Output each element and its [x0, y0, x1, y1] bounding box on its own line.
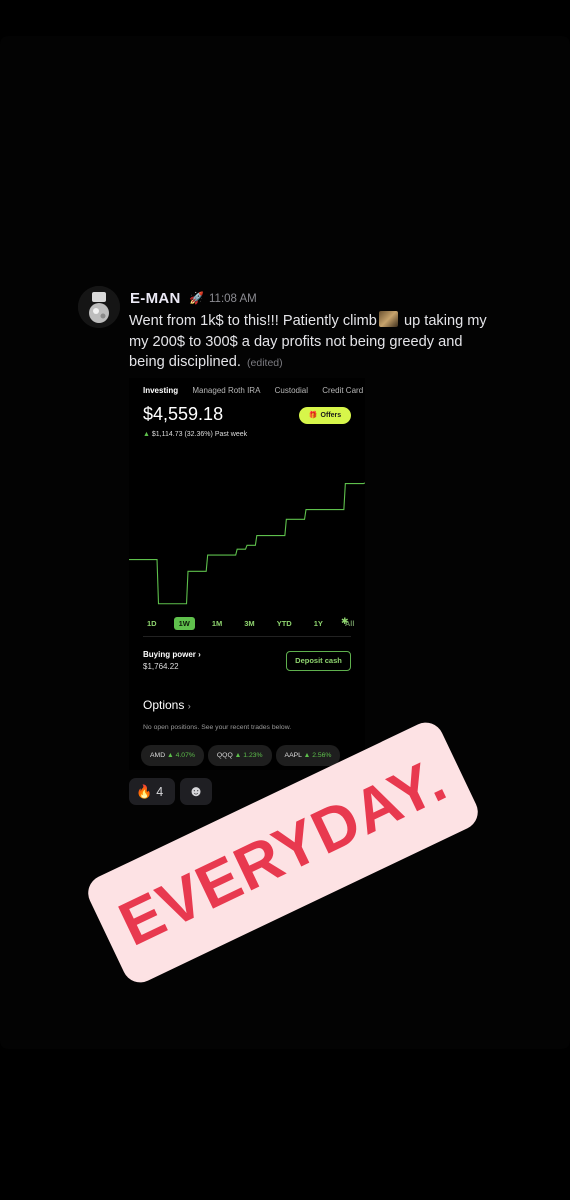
- portfolio-line-chart: [129, 482, 365, 605]
- message-text-part1: Went from 1k$ to this!!! Patiently climb: [129, 313, 377, 329]
- range-selector: 1D 1W 1M 3M YTD 1Y All: [147, 617, 354, 630]
- offers-button: 🎁 Offers: [299, 407, 351, 424]
- offers-label: Offers: [320, 412, 342, 419]
- tab-investing: Investing: [143, 386, 179, 395]
- change-period: Past week: [214, 431, 248, 438]
- rocket-badge-icon: 🚀: [189, 291, 204, 305]
- range-ytd: YTD: [276, 619, 292, 628]
- range-1y: 1Y: [313, 619, 323, 628]
- buying-power-label: Buying power ›: [143, 650, 201, 659]
- range-1m: 1M: [211, 619, 223, 628]
- avatar[interactable]: [78, 286, 120, 328]
- gift-icon: 🎁: [308, 412, 318, 419]
- fire-icon: 🔥: [136, 784, 153, 799]
- account-tabs: Investing Managed Roth IRA Custodial Cre…: [143, 386, 365, 395]
- smiley-icon: ☻: [188, 783, 204, 800]
- climbing-emoji-icon: [378, 311, 398, 327]
- tab-credit-card: Credit Card: [322, 386, 364, 395]
- options-note: No open positions. See your recent trade…: [143, 724, 292, 731]
- buying-power-value: $1,764.22: [143, 662, 179, 671]
- portfolio-balance: $4,559.18: [143, 404, 224, 424]
- settings-gear-icon: ✱: [341, 616, 349, 626]
- edited-label: (edited): [247, 357, 283, 369]
- tab-custodial: Custodial: [274, 386, 308, 395]
- range-3m: 3M: [244, 619, 255, 628]
- username[interactable]: E-MAN: [130, 290, 181, 307]
- range-1w: 1W: [173, 617, 195, 630]
- timestamp: 11:08 AM: [209, 293, 257, 305]
- divider: [143, 636, 351, 637]
- fire-reaction[interactable]: 🔥 4: [129, 778, 175, 805]
- weekly-change: ▲ $1,114.73 (32.36%) Past week: [143, 431, 247, 438]
- range-1d: 1D: [147, 619, 157, 628]
- ticker-chips: AMD ▲ 4.07% QQQ ▲ 1.23% AAPL ▲ 2.56%: [141, 744, 344, 766]
- deposit-cash-button: Deposit cash: [286, 651, 351, 671]
- change-value: $1,114.73 (32.36%): [151, 431, 213, 438]
- ticker-chip: QQQ ▲ 1.23%: [207, 745, 272, 766]
- up-arrow-icon: ▲: [143, 431, 150, 438]
- ticker-chip: AMD ▲ 4.07%: [141, 745, 204, 766]
- ticker-chip: AAPL ▲ 2.56%: [275, 745, 341, 766]
- add-reaction-button[interactable]: ☻: [180, 778, 212, 805]
- reaction-count: 4: [156, 785, 164, 799]
- options-title: Options ›: [143, 698, 191, 712]
- message-text: Went from 1k$ to this!!! Patiently climb…: [129, 311, 489, 374]
- chart-series-line: [129, 482, 365, 605]
- embedded-screenshot[interactable]: Investing Managed Roth IRA Custodial Cre…: [129, 378, 365, 770]
- tab-managed-roth-ira: Managed Roth IRA: [192, 386, 261, 395]
- avatar-image: [78, 286, 120, 328]
